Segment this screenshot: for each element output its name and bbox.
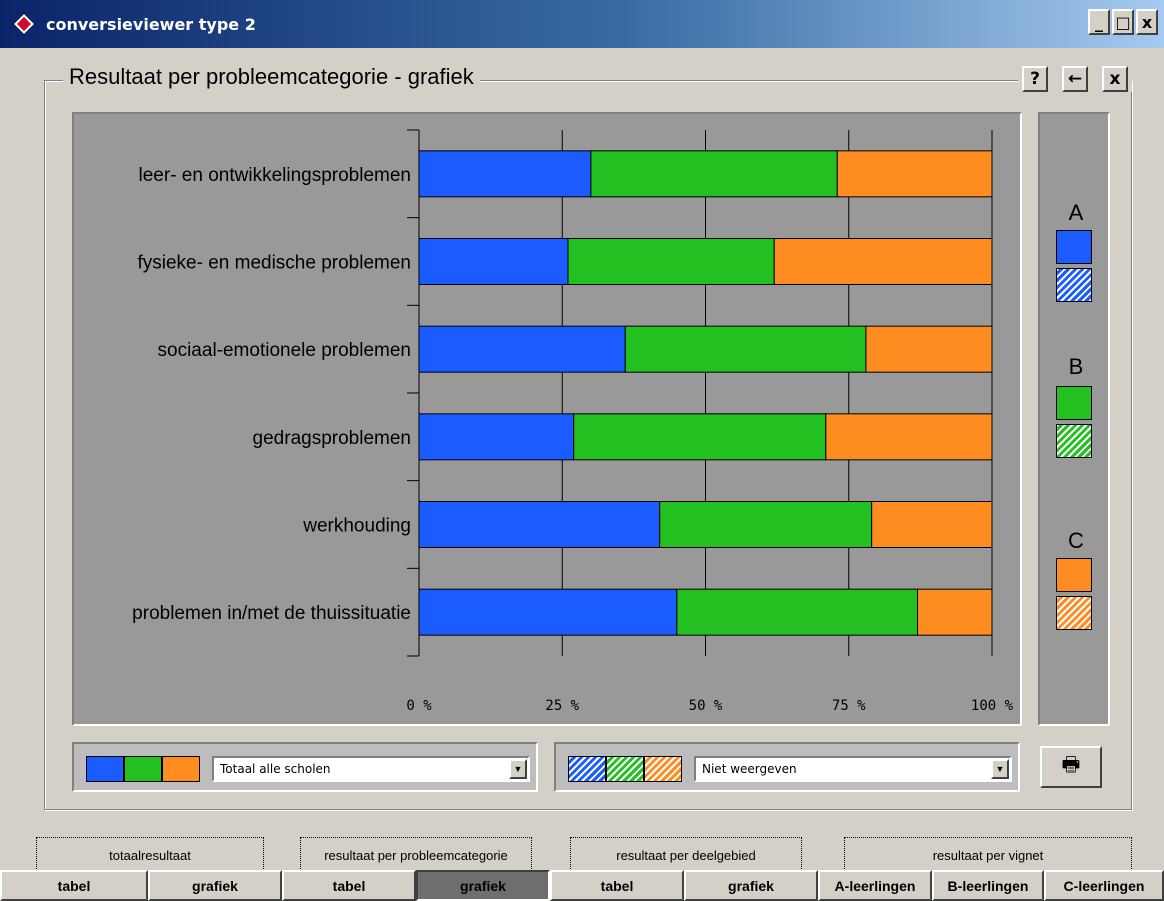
tab-deelgebied-grafiek[interactable]: grafiek bbox=[684, 870, 818, 901]
tab-totaal-tabel[interactable]: tabel bbox=[0, 870, 148, 901]
bar-segment-b bbox=[567, 238, 775, 285]
compare-panel-hatched: Niet weergeven ▼ bbox=[554, 742, 1020, 792]
title-bar: conversieviewer type 2 _ □ x bbox=[0, 0, 1164, 48]
bar-segment-b bbox=[676, 588, 919, 636]
bar-segment-b bbox=[573, 413, 827, 461]
printer-icon: 🖶 bbox=[1061, 754, 1081, 776]
help-button[interactable]: ? bbox=[1022, 66, 1048, 92]
close-window-button[interactable]: x bbox=[1136, 9, 1158, 35]
x-tick-label: 75 % bbox=[832, 698, 866, 714]
tab-group-probleemcategorie: resultaat per probleemcategorie bbox=[300, 837, 532, 871]
bar-segment-c bbox=[917, 588, 993, 636]
print-button[interactable]: 🖶 bbox=[1040, 746, 1102, 788]
category-label: sociaal-emotionele problemen bbox=[158, 340, 411, 361]
bar-segment-b bbox=[590, 150, 838, 198]
minimize-button[interactable]: _ bbox=[1088, 9, 1110, 35]
bar-segment-a bbox=[418, 413, 575, 461]
legend-label-c: C bbox=[1068, 528, 1084, 553]
swatch-blue-hatched bbox=[568, 756, 606, 782]
bar-segment-b bbox=[624, 325, 867, 373]
swatch-blue bbox=[86, 756, 124, 782]
legend-swatch-a-hatched bbox=[1056, 268, 1092, 302]
swatch-green-hatched bbox=[606, 756, 644, 782]
bar-segment-a bbox=[418, 588, 678, 636]
maximize-button[interactable]: □ bbox=[1112, 9, 1134, 35]
tab-a-leerlingen[interactable]: A-leerlingen bbox=[818, 870, 932, 901]
category-label: problemen in/met de thuissituatie bbox=[132, 603, 411, 624]
school-select-value: Totaal alle scholen bbox=[220, 762, 331, 776]
tab-categorie-tabel[interactable]: tabel bbox=[282, 870, 416, 901]
chart-panel: 0 % 25 % 50 % 75 % 100 % leer- en ontwikkelin… bbox=[72, 112, 1022, 726]
legend-label-a: A bbox=[1068, 200, 1084, 225]
close-button[interactable]: x bbox=[1102, 66, 1128, 92]
tab-c-leerlingen[interactable]: C-leerlingen bbox=[1044, 870, 1164, 901]
bar-segment-c bbox=[836, 150, 993, 198]
x-tick-label: 50 % bbox=[689, 698, 723, 714]
x-tick-label: 100 % bbox=[971, 698, 1014, 714]
legend-swatch-b-hatched bbox=[1056, 424, 1092, 458]
category-label: leer- en ontwikkelingsproblemen bbox=[139, 165, 411, 186]
legend-swatch-a bbox=[1056, 230, 1092, 264]
school-select[interactable]: Totaal alle scholen ▼ bbox=[212, 756, 530, 782]
compare-select-value: Niet weergeven bbox=[702, 762, 797, 776]
bar-segment-a bbox=[418, 325, 626, 373]
category-label: werkhouding bbox=[302, 516, 411, 537]
tab-group-deelgebied: resultaat per deelgebied bbox=[570, 837, 802, 871]
tab-group-totaalresultaat: totaalresultaat bbox=[36, 837, 264, 871]
app-icon bbox=[14, 14, 34, 34]
tab-totaal-grafiek[interactable]: grafiek bbox=[148, 870, 282, 901]
page-title: Resultaat per probleemcategorie - grafie… bbox=[63, 64, 480, 90]
compare-select[interactable]: Niet weergeven ▼ bbox=[694, 756, 1012, 782]
back-button[interactable]: ← bbox=[1062, 66, 1088, 92]
tab-group-vignet: resultaat per vignet bbox=[844, 837, 1132, 871]
tab-b-leerlingen[interactable]: B-leerlingen bbox=[932, 870, 1044, 901]
bar-segment-c bbox=[825, 413, 993, 461]
swatch-green bbox=[124, 756, 162, 782]
bar-segment-a bbox=[418, 238, 569, 285]
tab-bar: tabel grafiek tabel grafiek tabel grafie… bbox=[0, 870, 1164, 901]
swatch-orange-hatched bbox=[644, 756, 682, 782]
category-label: gedragsproblemen bbox=[253, 428, 411, 449]
legend-swatch-c bbox=[1056, 558, 1092, 592]
stacked-bar-chart: 0 % 25 % 50 % 75 % 100 % leer- en ontwikkelin… bbox=[132, 129, 1014, 714]
tab-categorie-grafiek[interactable]: grafiek bbox=[416, 870, 550, 901]
bar-segment-a bbox=[418, 501, 661, 548]
compare-panel-solid: Totaal alle scholen ▼ bbox=[72, 742, 538, 792]
bar-segment-a bbox=[418, 150, 592, 198]
x-tick-label: 0 % bbox=[406, 698, 432, 714]
bar-segment-c bbox=[773, 238, 993, 285]
chevron-down-icon[interactable]: ▼ bbox=[991, 759, 1009, 779]
legend-swatch-c-hatched bbox=[1056, 596, 1092, 630]
category-label: fysieke- en medische problemen bbox=[137, 253, 411, 274]
swatch-orange bbox=[162, 756, 200, 782]
legend-panel: A B C bbox=[1038, 112, 1110, 726]
bar-segment-c bbox=[871, 501, 993, 548]
tab-deelgebied-tabel[interactable]: tabel bbox=[550, 870, 684, 901]
legend-swatch-b bbox=[1056, 386, 1092, 420]
window-title: conversieviewer type 2 bbox=[46, 14, 256, 34]
legend-label-b: B bbox=[1068, 354, 1084, 379]
chevron-down-icon[interactable]: ▼ bbox=[509, 759, 527, 779]
bar-segment-b bbox=[659, 501, 873, 548]
x-tick-label: 25 % bbox=[545, 698, 579, 714]
bar-segment-c bbox=[865, 325, 993, 373]
